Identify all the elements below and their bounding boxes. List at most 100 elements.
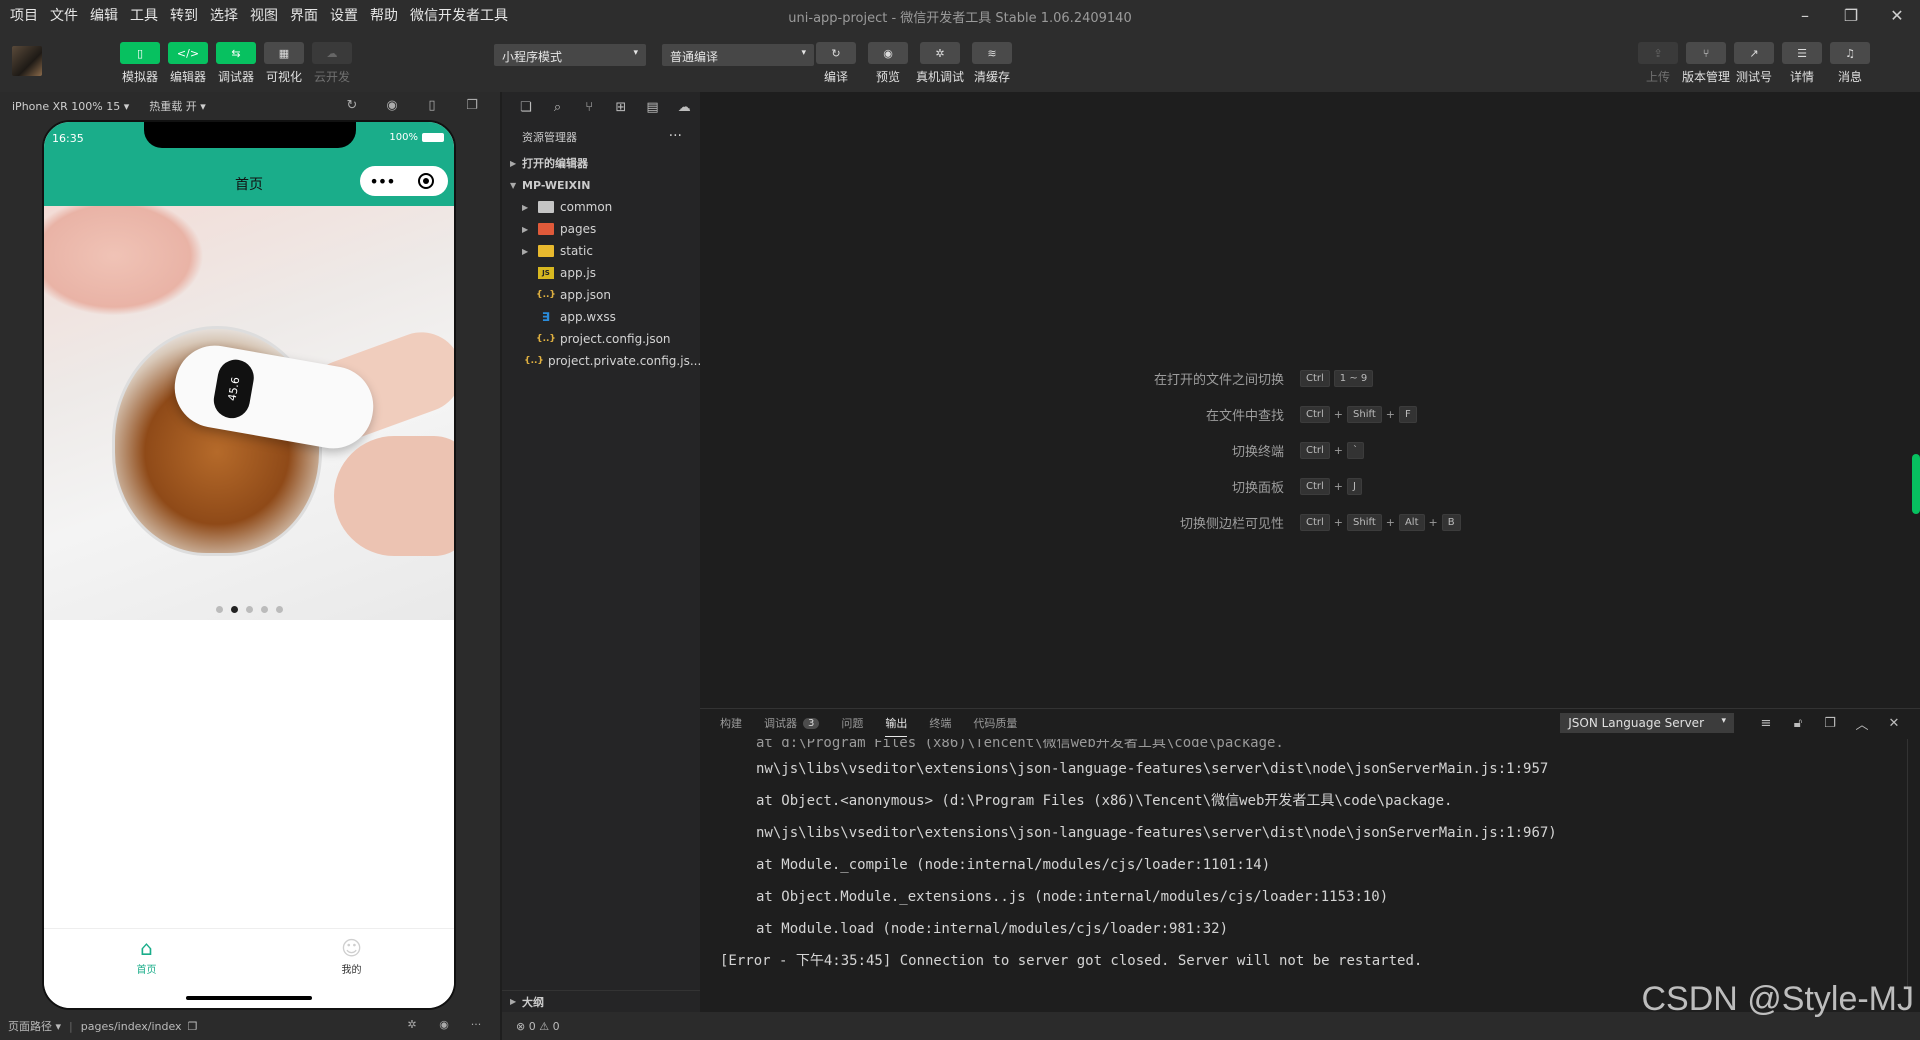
- panel-tab[interactable]: 代码质量: [973, 709, 1017, 737]
- lock-icon[interactable]: 🔓︎: [1782, 716, 1814, 731]
- file-item[interactable]: {..} project.config.json: [502, 328, 700, 350]
- output-line: at d:\Program Files (x86)\Tencent\微信web开…: [756, 739, 1284, 751]
- output-channel-select[interactable]: JSON Language Server ▾: [1560, 713, 1734, 733]
- rotate-icon[interactable]: ↻: [332, 98, 372, 113]
- key-cap: Ctrl: [1300, 477, 1330, 495]
- output-line: at Object.<anonymous> (d:\Program Files …: [756, 793, 1453, 809]
- key-plus: +: [1333, 479, 1344, 493]
- swiper-dot[interactable]: [260, 606, 268, 613]
- compile-select[interactable]: 普通编译 ▾: [662, 44, 814, 66]
- toolbar-button[interactable]: ⑂ 版本管理: [1682, 42, 1730, 85]
- toolbar-button[interactable]: ⇆ 调试器: [216, 42, 256, 85]
- folder-item[interactable]: ▶ common: [502, 196, 700, 218]
- key-cap: Ctrl: [1300, 369, 1330, 387]
- toolbar-button[interactable]: ▯ 模拟器: [120, 42, 160, 85]
- avatar[interactable]: [12, 46, 42, 76]
- shortcut-keys: Ctrl + J: [1300, 477, 1366, 495]
- output-scrollbar[interactable]: [1907, 739, 1908, 989]
- close-icon[interactable]: ✕: [1878, 716, 1910, 731]
- folder-item[interactable]: ▶ static: [502, 240, 700, 262]
- minimize-icon[interactable]: –: [1782, 0, 1828, 30]
- divider: |: [69, 1019, 73, 1033]
- project-section[interactable]: ▼ MP-WEIXIN: [502, 174, 700, 196]
- file-item[interactable]: {..} app.json: [502, 284, 700, 306]
- shortcut-label: 切换侧边栏可见性: [1179, 516, 1284, 532]
- source-control-icon[interactable]: ⑂: [573, 100, 605, 115]
- simulator-statusbar: 页面路径 ▾ | pages/index/index ❐ ✲ ◉ ···: [0, 1012, 500, 1040]
- toolbar-button-label: 编辑器: [169, 70, 206, 84]
- status-battery: 100%: [389, 132, 444, 143]
- toolbar-button[interactable]: ≋ 清缓存: [970, 42, 1014, 85]
- scroll-indicator[interactable]: [1912, 454, 1920, 514]
- swiper-dot[interactable]: [215, 606, 223, 613]
- device-icon[interactable]: ▯: [412, 98, 452, 113]
- more-icon[interactable]: •••: [360, 172, 404, 191]
- toolbar-button[interactable]: ◉ 预览: [866, 42, 910, 85]
- device-select[interactable]: iPhone XR 100% 15 ▾: [12, 100, 129, 113]
- menu-bar: 项目 文件 编辑 工具 转到 选择 视图 界面 设置 帮助 微信开发者工具 uni-app-proj…: [0, 0, 1920, 30]
- panel-tab[interactable]: 调试器 3: [764, 709, 820, 737]
- extensions-icon[interactable]: ⊞: [605, 100, 637, 115]
- user-icon: ☺: [341, 936, 362, 960]
- output-log[interactable]: at d:\Program Files (x86)\Tencent\微信web开…: [720, 739, 1900, 1012]
- toolbar-button[interactable]: ☰ 详情: [1782, 42, 1822, 85]
- swiper-dot[interactable]: [230, 606, 238, 613]
- phone-notch: [144, 122, 356, 148]
- problems-count[interactable]: ⊗ 0 ⚠ 0: [516, 1020, 560, 1033]
- search-icon[interactable]: ⌕: [542, 100, 574, 115]
- swiper-dot[interactable]: [245, 606, 253, 613]
- toolbar-button[interactable]: ↗ 测试号: [1734, 42, 1774, 85]
- more-icon[interactable]: ···: [460, 1018, 492, 1031]
- more-icon[interactable]: ···: [669, 128, 682, 144]
- close-icon[interactable]: ✕: [1874, 0, 1920, 30]
- detach-icon[interactable]: ❐: [452, 98, 492, 113]
- close-mini-program-icon[interactable]: [404, 173, 448, 189]
- files-icon[interactable]: ❏: [510, 100, 542, 115]
- bottom-panel: 构建 调试器 3 问题 输出 终端 代码质量 JSON Language Server ▾ …: [700, 708, 1920, 1012]
- mode-select[interactable]: 小程序模式 ▾: [494, 44, 646, 66]
- explorer-title: 资源管理器: [522, 131, 577, 144]
- cloud-icon: ☁: [312, 42, 352, 64]
- tab-label: 首页: [136, 965, 157, 976]
- file-item[interactable]: ∃ app.wxss: [502, 306, 700, 328]
- swiper-banner[interactable]: 45.6: [44, 206, 454, 620]
- folder-item[interactable]: ▶ pages: [502, 218, 700, 240]
- toolbar-button: ⇪ 上传: [1638, 42, 1678, 85]
- panel-tab[interactable]: 输出: [885, 709, 908, 737]
- outline-label: 大纲: [522, 995, 544, 1009]
- debug-icon: ⇆: [216, 42, 256, 64]
- toolbar-button[interactable]: ✲ 真机调试: [916, 42, 964, 85]
- eye-icon[interactable]: ◉: [428, 1018, 460, 1031]
- panel-tab[interactable]: 问题: [841, 709, 863, 737]
- file-item[interactable]: {..} project.private.config.js...: [502, 350, 700, 372]
- swiper-dot[interactable]: [275, 606, 283, 613]
- outline-section[interactable]: ▶ 大纲: [502, 990, 700, 1012]
- toolbar-button[interactable]: ♫ 消息: [1830, 42, 1870, 85]
- page-path-toggle[interactable]: 页面路径 ▾: [8, 1018, 61, 1034]
- shortcut-hint: 切换面板 Ctrl + J: [700, 468, 1920, 504]
- copy-icon[interactable]: ❐: [188, 1020, 198, 1033]
- shortcut-keys: Ctrl + `: [1300, 441, 1368, 459]
- panel-tab[interactable]: 构建: [720, 709, 742, 737]
- panel-actions: JSON Language Server ▾ ≡ 🔓︎ ❐ ︿ ✕: [1560, 713, 1910, 733]
- toolbar-right-group: ⇪ 上传 ⑂ 版本管理 ↗ 测试号 ☰ 详情 ♫ 消息: [1638, 42, 1878, 85]
- record-icon[interactable]: ◉: [372, 98, 412, 113]
- open-editors-section[interactable]: ▶ 打开的编辑器: [502, 152, 700, 174]
- panel-tab[interactable]: 终端: [929, 709, 951, 737]
- copy-icon[interactable]: ❐: [1814, 716, 1846, 731]
- storage-icon[interactable]: ▤: [637, 100, 669, 115]
- bug-icon[interactable]: ✲: [396, 1018, 428, 1031]
- clear-output-icon[interactable]: ≡: [1750, 716, 1782, 731]
- toolbar-button[interactable]: ▦ 可视化: [264, 42, 304, 85]
- editor-area: 在打开的文件之间切换 Ctrl 1 ~ 9 在文件中查找 Ctrl + Shift + F 切换终…: [700, 92, 1920, 708]
- restore-icon[interactable]: ❐: [1828, 0, 1874, 30]
- file-name: static: [560, 244, 593, 258]
- file-item[interactable]: JS app.js: [502, 262, 700, 284]
- maximize-icon[interactable]: ︿: [1846, 714, 1878, 733]
- cloud-icon[interactable]: ☁: [668, 100, 700, 115]
- toolbar-button[interactable]: </> 编辑器: [168, 42, 208, 85]
- banner-image-skin: [44, 206, 204, 316]
- shortcut-hint: 在文件中查找 Ctrl + Shift + F: [700, 396, 1920, 432]
- toolbar-button[interactable]: ↻ 编译: [814, 42, 858, 85]
- hot-reload-toggle[interactable]: 热重载 开 ▾: [149, 98, 206, 114]
